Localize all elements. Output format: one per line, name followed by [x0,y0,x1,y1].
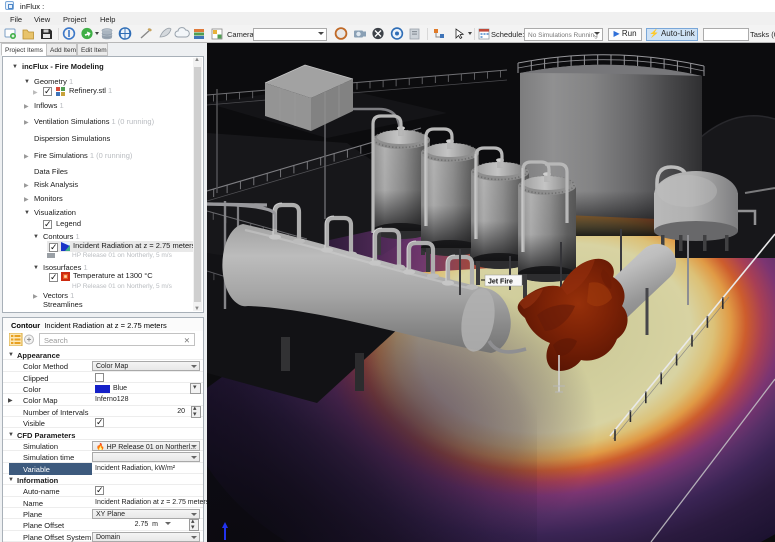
svg-text:Jet Fire: Jet Fire [488,279,513,286]
